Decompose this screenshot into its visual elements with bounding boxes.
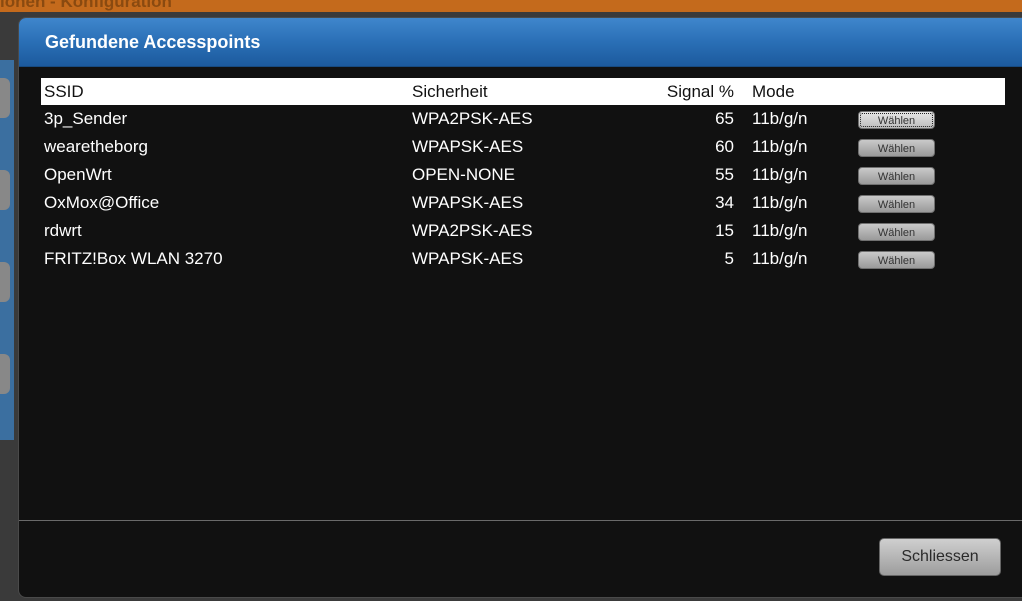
select-button[interactable]: Wählen	[858, 139, 935, 157]
table-row: FRITZ!Box WLAN 3270 WPAPSK-AES 5 11b/g/n…	[41, 245, 1005, 273]
cell-mode: 11b/g/n	[752, 109, 808, 128]
cell-mode: 11b/g/n	[752, 193, 808, 212]
column-header-ssid: SSID	[44, 82, 84, 101]
select-button[interactable]: Wählen	[858, 223, 935, 241]
cell-security: WPAPSK-AES	[412, 193, 524, 212]
cell-mode: 11b/g/n	[752, 221, 808, 240]
cell-security: WPA2PSK-AES	[412, 109, 533, 128]
dialog-titlebar: Gefundene Accesspoints	[19, 18, 1022, 67]
cell-signal: 55	[715, 165, 734, 184]
table-header-row: SSID Sicherheit Signal % Mode	[41, 78, 1005, 105]
cell-mode: 11b/g/n	[752, 249, 808, 268]
cell-ssid: 3p_Sender	[44, 109, 128, 128]
cell-security: OPEN-NONE	[412, 165, 515, 184]
background-knob	[0, 354, 10, 394]
cell-ssid: rdwrt	[44, 221, 82, 240]
cell-ssid: OxMox@Office	[44, 193, 160, 212]
cell-signal: 15	[715, 221, 734, 240]
table-row: 3p_Sender WPA2PSK-AES 65 11b/g/n Wählen	[41, 105, 1005, 133]
background-header-text: ionen - Konfiguration	[0, 0, 172, 11]
column-header-mode: Mode	[752, 82, 795, 101]
select-button[interactable]: Wählen	[858, 195, 935, 213]
close-button[interactable]: Schliessen	[879, 538, 1001, 576]
select-button[interactable]: Wählen	[858, 167, 935, 185]
column-header-security: Sicherheit	[412, 82, 488, 101]
cell-security: WPAPSK-AES	[412, 137, 524, 156]
cell-signal: 65	[715, 109, 734, 128]
background-knob	[0, 78, 10, 118]
dialog-title: Gefundene Accesspoints	[45, 32, 261, 52]
cell-signal: 60	[715, 137, 734, 156]
cell-ssid: wearetheborg	[44, 137, 148, 156]
table-row: OpenWrt OPEN-NONE 55 11b/g/n Wählen	[41, 161, 1005, 189]
cell-mode: 11b/g/n	[752, 137, 808, 156]
background-header: ionen - Konfiguration	[0, 0, 1022, 12]
select-button[interactable]: Wählen	[858, 111, 935, 129]
background-knob	[0, 170, 10, 210]
cell-security: WPA2PSK-AES	[412, 221, 533, 240]
table-row: wearetheborg WPAPSK-AES 60 11b/g/n Wähle…	[41, 133, 1005, 161]
column-header-signal: Signal %	[666, 82, 734, 101]
cell-signal: 34	[715, 193, 734, 212]
select-button[interactable]: Wählen	[858, 251, 935, 269]
accesspoints-dialog: Gefundene Accesspoints SSID Sicherheit S…	[18, 17, 1022, 598]
accesspoints-table: SSID Sicherheit Signal % Mode 3p_Sender …	[41, 78, 1005, 273]
cell-ssid: OpenWrt	[44, 165, 112, 184]
cell-ssid: FRITZ!Box WLAN 3270	[44, 249, 223, 268]
cell-security: WPAPSK-AES	[412, 249, 524, 268]
table-row: rdwrt WPA2PSK-AES 15 11b/g/n Wählen	[41, 217, 1005, 245]
cell-signal: 5	[724, 249, 734, 268]
cell-mode: 11b/g/n	[752, 165, 808, 184]
footer-divider	[19, 520, 1022, 521]
background-knob	[0, 262, 10, 302]
table-row: OxMox@Office WPAPSK-AES 34 11b/g/n Wähle…	[41, 189, 1005, 217]
